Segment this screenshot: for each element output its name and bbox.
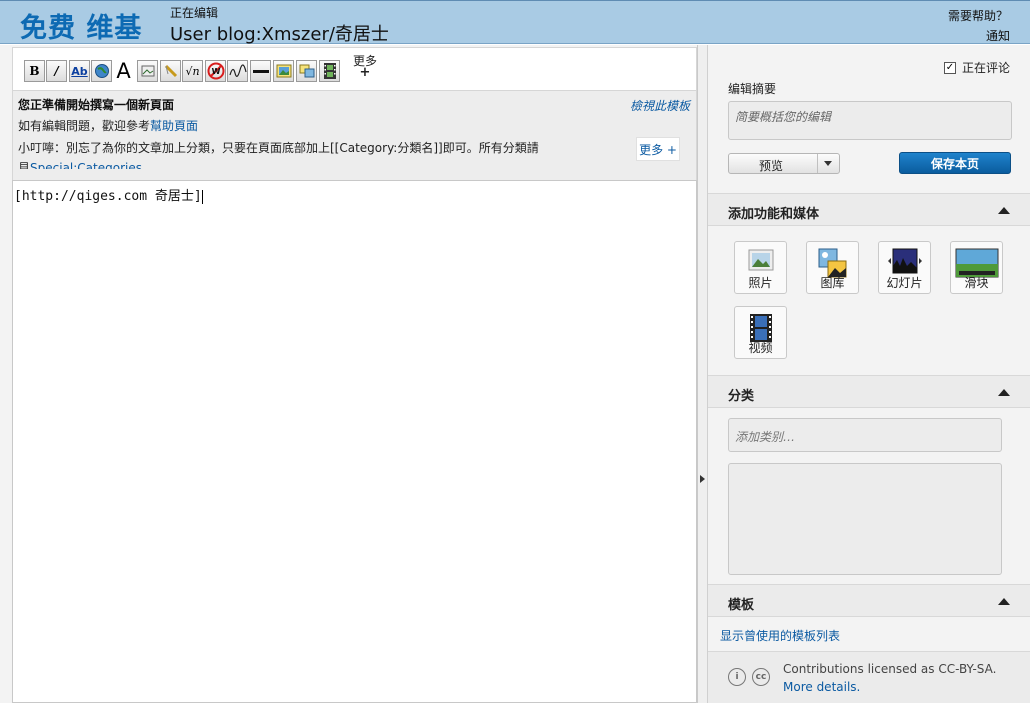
wikitext-editor[interactable]: [http://qiges.com 奇居士] <box>12 180 697 703</box>
help-page-link[interactable]: 幫助頁面 <box>150 119 198 133</box>
view-template-link[interactable]: 檢視此模板 <box>630 97 690 114</box>
attribution-icon: i <box>728 668 746 686</box>
editor-content: [http://qiges.com 奇居士] <box>14 189 202 204</box>
media-file-icon <box>164 64 177 78</box>
svg-text:W: W <box>211 67 220 76</box>
special-categories-link[interactable]: Special:Categories <box>30 161 142 169</box>
notice-category-tip: 小叮嚀：別忘了為你的文章加上分類，只要在頁面底部加上[[Category:分類名… <box>18 141 539 155</box>
add-video-button[interactable]: 视频 <box>734 306 787 359</box>
collapse-arrow-icon <box>700 475 705 483</box>
italic-button[interactable]: / <box>46 60 67 82</box>
preview-divider <box>817 154 818 173</box>
notice-more-button[interactable]: 更多 + <box>636 137 680 161</box>
category-section-header[interactable]: 分类 <box>708 375 1030 408</box>
photo-label: 照片 <box>748 276 773 290</box>
media-file-button[interactable] <box>160 60 181 82</box>
notice-categories-prefix: 見 <box>18 161 31 169</box>
creative-commons-icon: cc <box>752 668 770 686</box>
add-slider-button[interactable]: 滑块 <box>950 241 1003 294</box>
notice-categories-line: 見Special:Categories <box>18 159 142 169</box>
bold-icon: B <box>29 64 40 78</box>
template-section-title: 模板 <box>728 598 755 613</box>
video-label: 视频 <box>748 341 773 355</box>
summary-label: 编辑摘要 <box>728 82 777 96</box>
save-button[interactable]: 保存本页 <box>899 152 1011 174</box>
nowiki-icon: W <box>207 62 224 80</box>
add-gallery-button[interactable]: 图库 <box>806 241 859 294</box>
internal-link-icon: Ab <box>71 64 88 78</box>
image-icon <box>276 64 291 78</box>
slideshow-label: 幻灯片 <box>886 276 923 290</box>
math-button[interactable]: √n <box>182 60 203 82</box>
horizontal-line-button[interactable] <box>250 60 271 82</box>
embedded-file-icon <box>141 65 154 77</box>
help-link[interactable]: 需要帮助？ <box>948 7 1008 24</box>
rail-toggle-handle[interactable] <box>698 45 708 703</box>
slideshow-icon <box>887 248 922 274</box>
math-formula-icon: √n <box>185 64 200 78</box>
signature-button[interactable] <box>227 60 248 82</box>
editor-pane: B / Ab A √n W 更多 + 您正準備開始撰寫一個新頁面 檢視此模板 如… <box>0 45 698 703</box>
signature-icon <box>228 64 247 77</box>
preview-button[interactable]: 预览 <box>728 153 840 174</box>
watch-label: 正在评论 <box>961 61 1010 75</box>
add-slideshow-button[interactable]: 幻灯片 <box>878 241 931 294</box>
external-link-icon <box>94 64 109 78</box>
watch-checkbox-row[interactable]: ✓ 正在评论 <box>943 59 1010 76</box>
headline-button[interactable]: A <box>113 59 134 83</box>
insert-image-button[interactable] <box>273 60 294 82</box>
external-link-button[interactable] <box>91 60 112 82</box>
slider-label: 滑块 <box>964 276 989 290</box>
license-details-link[interactable]: More details. <box>783 680 860 694</box>
notice-title: 您正準備開始撰寫一個新頁面 <box>18 98 175 112</box>
text-cursor <box>201 189 203 204</box>
notifications-link[interactable]: 通知 <box>986 27 1010 44</box>
preview-label: 预览 <box>759 159 784 173</box>
insert-gallery-button[interactable] <box>296 60 317 82</box>
chevron-down-icon[interactable] <box>824 161 832 166</box>
gallery-icon <box>299 64 314 78</box>
embedded-file-button[interactable] <box>137 60 158 82</box>
italic-icon: / <box>54 64 59 78</box>
headline-icon: A <box>116 59 131 83</box>
horizontal-line-icon <box>252 70 269 73</box>
video-icon <box>323 63 336 79</box>
edit-rail: ✓ 正在评论 编辑摘要 简要概括您的编辑 预览 保存本页 添加功能和媒体 照片 … <box>708 45 1030 703</box>
collapse-triangle-icon <box>998 207 1010 214</box>
add-category-input[interactable]: 添加类别… <box>728 418 1002 452</box>
toolbar-more-button[interactable]: 更多 + <box>353 55 377 79</box>
wiki-logo[interactable]: 免费 维基 <box>20 6 142 45</box>
internal-link-button[interactable]: Ab <box>69 60 90 82</box>
edit-toolbar: B / Ab A √n W 更多 + <box>12 47 697 91</box>
photo-icon <box>748 249 773 271</box>
watch-checkbox[interactable]: ✓ <box>943 61 956 74</box>
license-text: Contributions licensed as CC-BY-SA. <box>783 662 997 676</box>
category-section-title: 分类 <box>728 389 755 404</box>
notice-help-text: 如有編輯問題，歡迎參考 <box>18 119 151 133</box>
collapse-triangle-icon <box>998 598 1010 605</box>
nowiki-button[interactable]: W <box>205 60 226 82</box>
add-photo-button[interactable]: 照片 <box>734 241 787 294</box>
collapse-triangle-icon <box>998 389 1010 396</box>
page-title: User blog:Xmszer/奇居士 <box>170 24 389 45</box>
category-list <box>728 463 1002 575</box>
media-section-header[interactable]: 添加功能和媒体 <box>708 193 1030 226</box>
insert-video-button[interactable] <box>319 60 340 82</box>
templates-used-link[interactable]: 显示曾使用的模板列表 <box>720 627 840 644</box>
global-header: 免费 维基 正在编辑 User blog:Xmszer/奇居士 需要帮助？ 通知 <box>0 0 1030 45</box>
license-footer: i cc Contributions licensed as CC-BY-SA.… <box>708 651 1030 703</box>
bold-button[interactable]: B <box>24 60 45 82</box>
notice-help-line: 如有編輯問題，歡迎參考幫助頁面 <box>18 117 198 134</box>
plus-icon: + <box>359 65 371 80</box>
gallery-label: 图库 <box>820 276 845 290</box>
media-section-title: 添加功能和媒体 <box>728 207 820 222</box>
editing-label: 正在编辑 <box>170 6 219 20</box>
edit-summary-input[interactable]: 简要概括您的编辑 <box>728 101 1012 140</box>
template-section-header[interactable]: 模板 <box>708 584 1030 617</box>
